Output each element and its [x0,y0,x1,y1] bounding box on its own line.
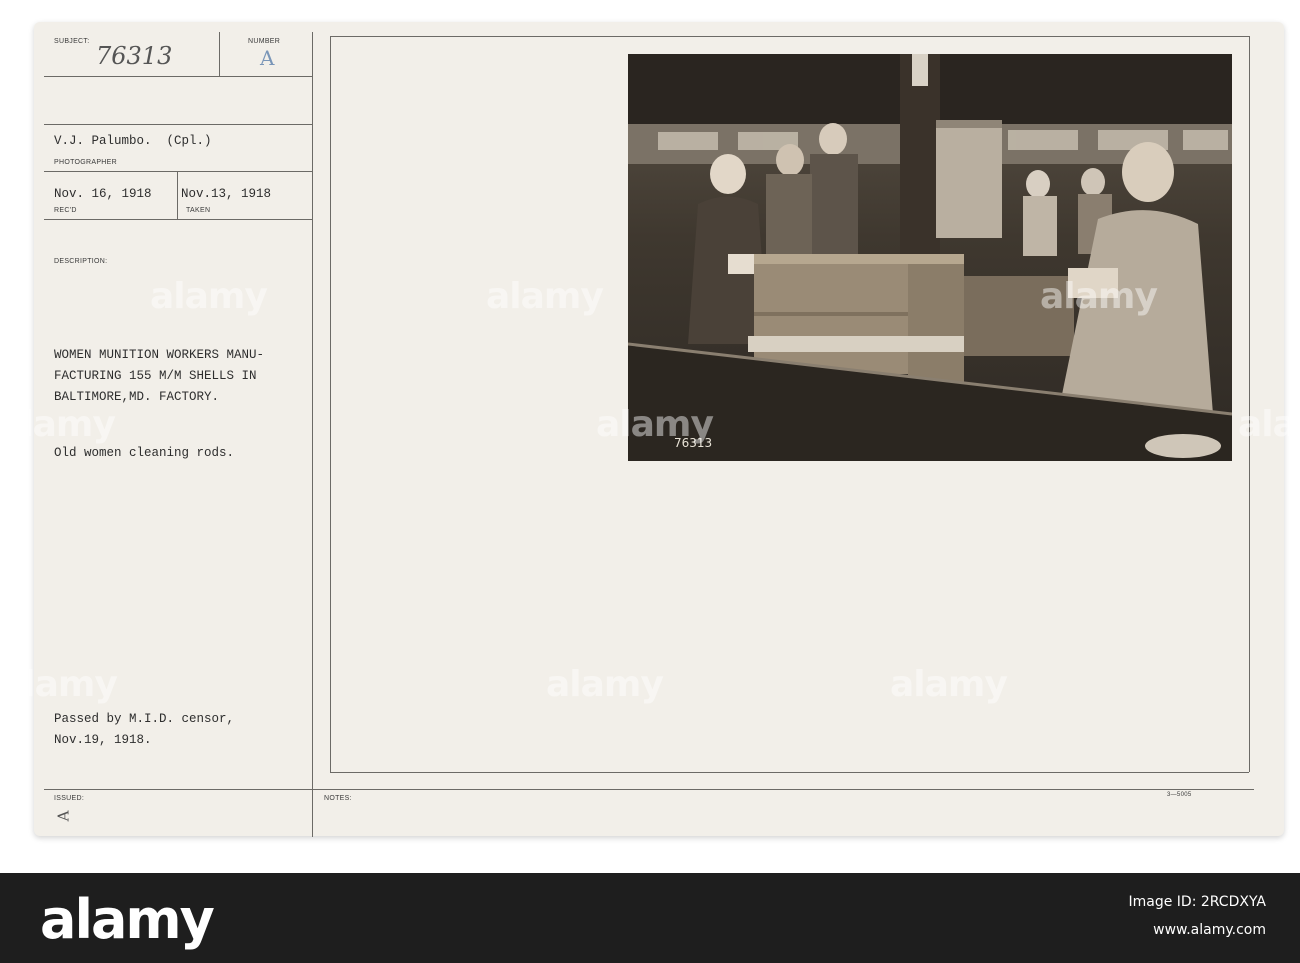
description-line-2: FACTURING 155 M/M SHELLS IN [54,369,257,383]
form-code: 3—5005 [1167,792,1192,798]
watermark-mid-right: alamy [1238,404,1300,445]
rule-4 [44,219,312,220]
recd-taken-divider [177,171,178,219]
watermark-mid-center: alamy [596,404,714,445]
photographer-label: PHOTOGRAPHER [54,159,117,166]
rule-3 [44,171,312,172]
recd-label: REC'D [54,207,77,214]
caption-text: Old women cleaning rods. [54,446,235,460]
notes-label: NOTES: [324,795,352,802]
description-line-1: WOMEN MUNITION WORKERS MANU- [54,348,265,362]
watermark-top-center: alamy [486,276,604,317]
description-label: DESCRIPTION: [54,258,108,265]
subject-label: SUBJECT: [54,38,90,45]
subject-number-divider [219,32,220,76]
frame-left [330,36,331,772]
watermark-mid-left: alamy [0,404,116,445]
censor-line-2: Nov.19, 1918. [54,733,152,747]
issued-mark: A [54,810,73,822]
subject-number: 76313 [96,42,173,70]
watermark-low-left: alamy [0,664,118,705]
watermark-top-left: alamy [150,276,268,317]
brand-logo: alamy [40,888,215,951]
watermark-top-right: alamy [1040,276,1158,317]
frame-top [330,36,1249,37]
issued-label: ISSUED: [54,795,85,802]
bottom-rule [44,789,1254,790]
taken-date: Nov.13, 1918 [181,187,272,201]
rule-2 [44,124,312,125]
factory-photograph: 76313 [628,54,1232,461]
recd-date: Nov. 16, 1918 [54,187,152,201]
photographer-name: V.J. Palumbo. (Cpl.) [54,134,212,148]
watermark-low-right: alamy [890,664,1008,705]
image-id: Image ID: 2RCDXYA [1128,894,1267,910]
censor-line-1: Passed by M.I.D. censor, [54,712,235,726]
photo-illustration [628,54,1232,461]
rule-1 [44,76,312,77]
number-value: A [260,46,275,70]
taken-label: TAKEN [186,207,211,214]
number-label: NUMBER [248,38,281,45]
image-info: Image ID: 2RCDXYA www.alamy.com [1129,888,1267,944]
site-url: www.alamy.com [1153,922,1266,938]
left-column-divider [312,32,313,837]
frame-bottom [330,772,1249,773]
watermark-low-center: alamy [546,664,664,705]
description-line-3: BALTIMORE,MD. FACTORY. [54,390,220,404]
